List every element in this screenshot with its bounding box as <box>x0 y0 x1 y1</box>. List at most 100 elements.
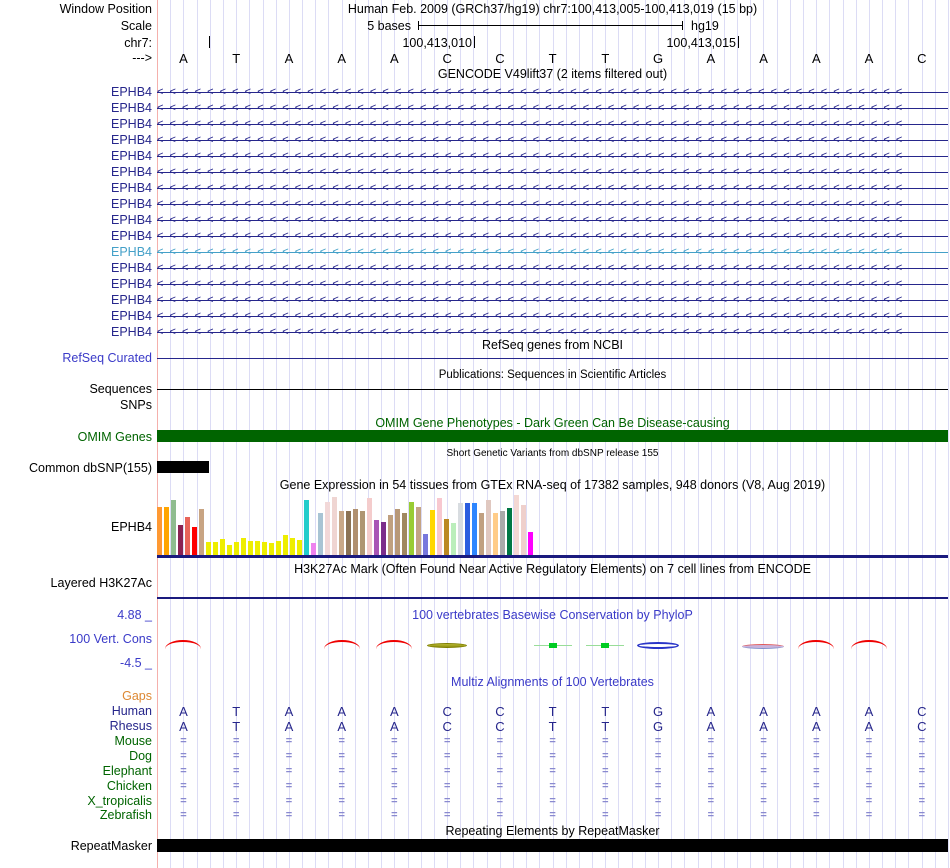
gtex-tissue-bar[interactable] <box>346 511 351 555</box>
gene-row[interactable]: <<<<<<<<<<<<<<<<<<<<<<<<<<<<<<<<<<<<<<<<… <box>0 116 950 132</box>
gene-label[interactable]: EPHB4 <box>0 277 152 291</box>
gtex-tissue-bar[interactable] <box>423 534 428 555</box>
ruler-base[interactable]: A <box>157 51 210 66</box>
gtex-tissue-bar[interactable] <box>311 543 316 555</box>
gene-label[interactable]: EPHB4 <box>0 309 152 323</box>
repeatmasker-track-title[interactable]: Repeating Elements by RepeatMasker <box>157 824 948 838</box>
sequences-track-line[interactable] <box>157 389 948 390</box>
ruler-base[interactable]: T <box>579 51 632 66</box>
gtex-tissue-bar[interactable] <box>430 510 435 555</box>
gene-label[interactable]: EPHB4 <box>0 165 152 179</box>
gene-label[interactable]: EPHB4 <box>0 101 152 115</box>
gtex-tissue-bar[interactable] <box>213 542 218 555</box>
gene-label[interactable]: EPHB4 <box>0 293 152 307</box>
gencode-track-title[interactable]: GENCODE V49lift37 (2 items filtered out) <box>157 67 948 81</box>
ruler-base[interactable]: A <box>368 51 421 66</box>
conservation-blue-lens-glyph[interactable] <box>637 642 679 649</box>
gtex-tissue-bar[interactable] <box>304 500 309 555</box>
multiz-species-label[interactable]: Zebrafish <box>0 808 152 822</box>
gtex-tissue-bar[interactable] <box>493 513 498 555</box>
phylop-label[interactable]: 100 Vert. Cons <box>0 632 152 646</box>
gene-row[interactable]: <<<<<<<<<<<<<<<<<<<<<<<<<<<<<<<<<<<<<<<<… <box>0 196 950 212</box>
refseq-track-line[interactable] <box>157 358 948 359</box>
ruler-base[interactable]: G <box>632 51 685 66</box>
multiz-species-label[interactable]: X_tropicalis <box>0 794 152 808</box>
omim-genes-label[interactable]: OMIM Genes <box>0 430 152 444</box>
gene-row[interactable]: <<<<<<<<<<<<<<<<<<<<<<<<<<<<<<<<<<<<<<<<… <box>0 132 950 148</box>
omim-track-title[interactable]: OMIM Gene Phenotypes - Dark Green Can Be… <box>157 416 948 430</box>
gene-row[interactable]: <<<<<<<<<<<<<<<<<<<<<<<<<<<<<<<<<<<<<<<<… <box>0 244 950 260</box>
gtex-tissue-bar[interactable] <box>248 541 253 555</box>
gtex-tissue-bar[interactable] <box>416 507 421 555</box>
refseq-curated-label[interactable]: RefSeq Curated <box>0 351 152 365</box>
multiz-species-label[interactable]: Human <box>0 704 152 718</box>
gene-row[interactable]: <<<<<<<<<<<<<<<<<<<<<<<<<<<<<<<<<<<<<<<<… <box>0 276 950 292</box>
gene-row[interactable]: <<<<<<<<<<<<<<<<<<<<<<<<<<<<<<<<<<<<<<<<… <box>0 292 950 308</box>
ruler-base[interactable]: A <box>315 51 368 66</box>
gtex-tissue-bar[interactable] <box>290 538 295 555</box>
multiz-species-label[interactable]: Rhesus <box>0 719 152 733</box>
gtex-tissue-bar[interactable] <box>381 522 386 555</box>
gene-label[interactable]: EPHB4 <box>0 197 152 211</box>
gtex-tissue-bar[interactable] <box>353 509 358 555</box>
gtex-tissue-bar[interactable] <box>227 545 232 555</box>
gtex-tissue-bar[interactable] <box>325 502 330 555</box>
gtex-tissue-bar[interactable] <box>507 508 512 555</box>
gtex-tissue-bar[interactable] <box>241 538 246 555</box>
gene-row[interactable]: <<<<<<<<<<<<<<<<<<<<<<<<<<<<<<<<<<<<<<<<… <box>0 180 950 196</box>
gene-row[interactable]: <<<<<<<<<<<<<<<<<<<<<<<<<<<<<<<<<<<<<<<<… <box>0 228 950 244</box>
gene-row[interactable]: <<<<<<<<<<<<<<<<<<<<<<<<<<<<<<<<<<<<<<<<… <box>0 212 950 228</box>
repeatmasker-bar[interactable] <box>157 839 948 852</box>
ruler-base[interactable]: C <box>473 51 526 66</box>
gtex-tissue-bar[interactable] <box>332 497 337 555</box>
omim-gene-bar[interactable] <box>157 430 948 442</box>
gtex-tissue-bar[interactable] <box>388 515 393 555</box>
h3k27ac-label[interactable]: Layered H3K27Ac <box>0 576 152 590</box>
gtex-tissue-bar[interactable] <box>206 542 211 555</box>
gene-row[interactable]: <<<<<<<<<<<<<<<<<<<<<<<<<<<<<<<<<<<<<<<<… <box>0 148 950 164</box>
gene-row[interactable]: <<<<<<<<<<<<<<<<<<<<<<<<<<<<<<<<<<<<<<<<… <box>0 100 950 116</box>
gtex-tissue-bar[interactable] <box>367 498 372 555</box>
gene-row[interactable]: <<<<<<<<<<<<<<<<<<<<<<<<<<<<<<<<<<<<<<<<… <box>0 164 950 180</box>
gtex-tissue-bar[interactable] <box>199 509 204 555</box>
gene-label[interactable]: EPHB4 <box>0 181 152 195</box>
gtex-tissue-bar[interactable] <box>318 513 323 555</box>
gtex-tissue-bar[interactable] <box>521 505 526 555</box>
ruler-base[interactable]: A <box>843 51 896 66</box>
phylop-track-title[interactable]: 100 vertebrates Basewise Conservation by… <box>157 608 948 622</box>
dbsnp-label[interactable]: Common dbSNP(155) <box>0 461 152 475</box>
gene-label[interactable]: EPHB4 <box>0 85 152 99</box>
gtex-tissue-bar[interactable] <box>479 513 484 555</box>
gtex-tissue-bar[interactable] <box>374 520 379 555</box>
sequences-label[interactable]: Sequences <box>0 382 152 396</box>
gtex-tissue-bar[interactable] <box>276 541 281 555</box>
gtex-tissue-bar[interactable] <box>262 542 267 555</box>
gtex-tissue-bar[interactable] <box>500 511 505 555</box>
gtex-tissue-bar[interactable] <box>472 503 477 555</box>
ruler-base[interactable]: A <box>790 51 843 66</box>
multiz-species-label[interactable]: Elephant <box>0 764 152 778</box>
multiz-species-label[interactable]: Dog <box>0 749 152 763</box>
multiz-species-label[interactable]: Mouse <box>0 734 152 748</box>
gene-label[interactable]: EPHB4 <box>0 149 152 163</box>
gtex-tissue-bar[interactable] <box>269 543 274 555</box>
snps-label[interactable]: SNPs <box>0 398 152 412</box>
conservation-green-dash-glyph[interactable] <box>586 643 625 648</box>
gtex-tissue-bar[interactable] <box>164 507 169 555</box>
gene-label[interactable]: EPHB4 <box>0 213 152 227</box>
ruler-base[interactable]: T <box>210 51 263 66</box>
gtex-tissue-bar[interactable] <box>528 532 533 555</box>
gene-label[interactable]: EPHB4 <box>0 117 152 131</box>
multiz-species-label[interactable]: Chicken <box>0 779 152 793</box>
gtex-tissue-bar[interactable] <box>234 542 239 555</box>
gtex-tissue-bar[interactable] <box>395 509 400 555</box>
gtex-tissue-bar[interactable] <box>444 519 449 555</box>
publications-track-title[interactable]: Publications: Sequences in Scientific Ar… <box>157 369 948 381</box>
gtex-tissue-bar[interactable] <box>185 517 190 555</box>
gene-row[interactable]: <<<<<<<<<<<<<<<<<<<<<<<<<<<<<<<<<<<<<<<<… <box>0 308 950 324</box>
gtex-tissue-bar[interactable] <box>283 535 288 555</box>
gtex-tissue-bar[interactable] <box>402 513 407 555</box>
gtex-tissue-bar[interactable] <box>514 495 519 555</box>
gtex-tissue-bar[interactable] <box>437 498 442 555</box>
gtex-tissue-bar[interactable] <box>360 511 365 555</box>
